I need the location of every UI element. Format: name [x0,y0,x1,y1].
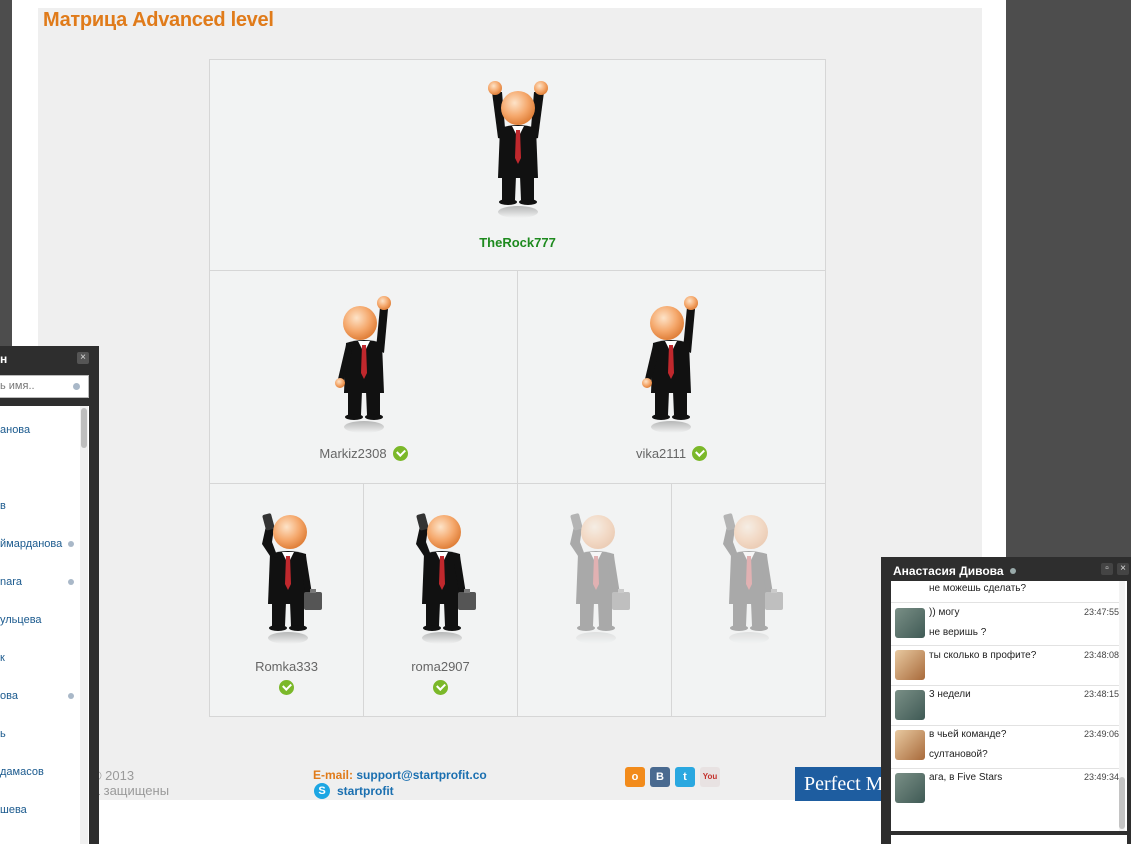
matrix-level3-cell-4-empty[interactable] [672,484,825,716]
online-status-icon [68,541,74,547]
footer-email: E-mail: support@startprofit.co [313,768,487,782]
verified-check-icon [392,446,408,461]
avatar [895,608,925,638]
chat-window: Анастасия Дивова ▫ × не можешь сделать? … [881,557,1131,844]
minimize-icon[interactable]: ▫ [1101,563,1113,575]
chat-message: не можешь сделать? [891,581,1119,603]
contact-item[interactable]: шева [0,804,27,816]
chat-message: ты сколько в профите? 23:48:08 [891,646,1119,686]
contacts-list: анова в ймарданова nara ульцева к ова ь … [0,406,89,844]
person-phone-placeholder-icon [709,504,789,654]
search-placeholder: ь имя.. [0,380,35,392]
vk-icon[interactable]: В [650,767,670,787]
perfect-money-banner[interactable]: Perfect Mo [795,767,891,801]
person-phone-icon [402,504,482,654]
message-text: не можешь сделать? [929,583,1027,594]
contact-item[interactable]: анова [0,424,30,436]
message-text: )) могу [929,607,960,618]
message-text: султановой? [929,749,988,760]
contact-item[interactable]: ь [0,728,6,740]
skype-link[interactable]: startprofit [337,784,394,798]
person-waving-icon [631,293,711,443]
chat-message: )) могу не веришь ? 23:47:55 [891,603,1119,646]
verified-badge [278,679,294,697]
verified-badge [432,679,448,697]
twitter-icon[interactable]: t [675,767,695,787]
verified-check-icon [432,680,448,695]
message-time: 23:49:34 [1083,772,1119,782]
message-time: 23:48:08 [1083,650,1119,660]
social-links: о В t You [625,767,720,787]
email-label: E-mail: [313,768,354,782]
close-icon[interactable]: × [1117,563,1129,575]
contacts-scrollbar[interactable] [80,406,88,844]
skype-icon: S [314,783,330,799]
matrix-level3-name-1[interactable]: Romka333 [210,659,363,674]
chat-messages: не можешь сделать? )) могу не веришь ? 2… [891,581,1127,831]
contacts-search-input[interactable]: ь имя.. [0,375,89,398]
contact-item[interactable]: nara [0,576,22,588]
avatar [895,650,925,680]
matrix-level2-label-2: vika2111 [518,446,825,461]
person-waving-icon [324,293,404,443]
message-time: 23:48:15 [1083,689,1119,699]
online-status-icon [68,579,74,585]
chat-scrollbar-thumb[interactable] [1119,777,1125,829]
chat-message: 3 недели 23:48:15 [891,686,1119,726]
matrix-level3-cell-2[interactable]: roma2907 [364,484,518,716]
message-time: 23:47:55 [1083,607,1119,617]
contact-item[interactable]: ймарданова [0,538,62,550]
chat-message: в чьей команде? султановой? 23:49:06 [891,726,1119,769]
footer-skype[interactable]: S startprofit [314,783,394,799]
matrix-level3-name-2[interactable]: roma2907 [364,659,517,674]
contacts-panel: н × ь имя.. анова в ймарданова nara ульц… [0,346,99,844]
person-arms-up-icon [478,78,558,228]
online-status-icon [68,693,74,699]
matrix-grid: TheRock777 Markiz2308 vika2111 Romka333 … [209,59,826,717]
contact-item[interactable]: дамасов [0,766,44,778]
verified-check-icon [278,680,294,695]
page-title: Матрица Advanced level [43,9,274,31]
search-icon [73,383,80,390]
contacts-panel-title: н [0,352,8,366]
matrix-level2-cell-2[interactable]: vika2111 [518,271,825,484]
message-time: 23:49:06 [1083,729,1119,739]
chat-title: Анастасия Дивова [893,564,1016,578]
contact-item[interactable]: в [0,500,6,512]
odnoklassniki-icon[interactable]: о [625,767,645,787]
matrix-level2-cell-1[interactable]: Markiz2308 [210,271,518,484]
email-link[interactable]: support@startprofit.co [356,768,486,782]
avatar [895,690,925,720]
contact-item[interactable]: к [0,652,5,664]
person-phone-icon [248,504,328,654]
youtube-icon[interactable]: You [700,767,720,787]
matrix-level2-label-1: Markiz2308 [210,446,517,461]
chat-message: ага, в Five Stars 23:49:34 [891,769,1119,831]
message-text: 3 недели [929,689,971,700]
matrix-level3-cell-1[interactable]: Romka333 [210,484,364,716]
person-phone-placeholder-icon [556,504,636,654]
chat-message-input[interactable] [891,835,1127,844]
status-dot-icon [1009,568,1016,574]
avatar [895,730,925,760]
message-text: в чьей команде? [929,729,1007,740]
avatar [895,773,925,803]
matrix-root-name[interactable]: TheRock777 [210,235,825,250]
matrix-level2-name-1[interactable]: Markiz2308 [319,446,386,461]
matrix-level2-name-2[interactable]: vika2111 [636,446,686,461]
contact-item[interactable]: ова [0,690,18,702]
message-text: ты сколько в профите? [929,650,1037,661]
close-icon[interactable]: × [77,352,89,364]
matrix-level3-cell-3-empty[interactable] [518,484,672,716]
message-text: ага, в Five Stars [929,772,1003,783]
contacts-scrollbar-thumb[interactable] [81,408,87,448]
message-text: не веришь ? [929,627,987,638]
chat-contact-name: Анастасия Дивова [893,564,1004,578]
contact-item[interactable]: ульцева [0,614,42,626]
verified-check-icon [692,446,708,461]
matrix-root-cell[interactable]: TheRock777 [210,60,825,271]
